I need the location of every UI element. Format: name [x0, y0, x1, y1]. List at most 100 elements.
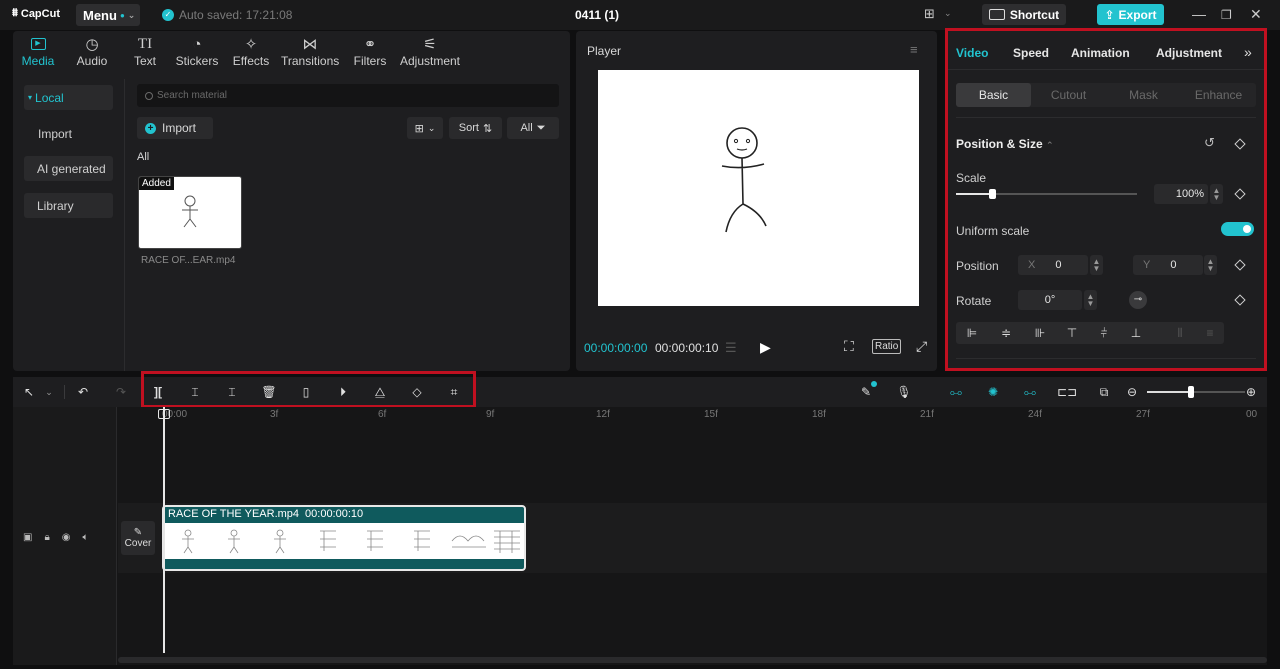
layout-icon[interactable]: ⊞	[924, 6, 935, 22]
hamburger-icon[interactable]: ≡	[910, 42, 918, 57]
align-middle-v-icon[interactable]: ⫩	[1094, 325, 1114, 341]
distribute-h-icon[interactable]: ⫴	[1170, 325, 1190, 341]
scale-slider[interactable]	[956, 189, 1137, 199]
stick-figure-preview	[721, 127, 767, 233]
rotate-stepper[interactable]: ▲ ▼	[1084, 290, 1097, 310]
align-bottom-icon[interactable]: ⊥	[1126, 325, 1146, 341]
minimize-icon[interactable]: —	[1192, 6, 1206, 22]
tick-label: 12f	[596, 409, 610, 420]
rotate-keyframe-icon[interactable]	[1234, 294, 1246, 306]
fit-view-icon[interactable]: ⛶	[844, 338, 854, 355]
media-icon: ▶	[20, 34, 56, 54]
import-button[interactable]: + Import	[137, 117, 213, 139]
scale-slider-knob[interactable]	[989, 189, 997, 199]
cover-button[interactable]: ✎ Cover	[121, 521, 155, 555]
tab-adjustment-props[interactable]: Adjustment	[1156, 46, 1222, 60]
microphone-icon[interactable]: 🎙	[896, 384, 912, 400]
preview-canvas[interactable]	[598, 70, 919, 306]
sidebar-item-library[interactable]: Library	[24, 193, 113, 218]
scale-stepper[interactable]: ▲ ▼	[1210, 184, 1223, 204]
search-input[interactable]: Search material	[137, 84, 559, 107]
video-clip[interactable]: RACE OF THE YEAR.mp4 00:00:00:10	[162, 505, 526, 571]
position-keyframe-icon[interactable]	[1234, 259, 1246, 271]
restore-icon[interactable]: ❐	[1221, 8, 1232, 22]
scale-keyframe-icon[interactable]	[1234, 188, 1246, 200]
position-x-field[interactable]: X 0	[1018, 255, 1088, 275]
align-center-h-icon[interactable]: ≑	[996, 325, 1016, 341]
uniform-scale-toggle[interactable]	[1221, 222, 1254, 236]
main-track-magnet-icon[interactable]: ⧟	[948, 384, 964, 400]
sidebar-item-ai-generated[interactable]: AI generated	[24, 156, 113, 181]
redo-icon[interactable]: ↷	[113, 384, 129, 400]
media-item-thumbnail[interactable]: Added	[138, 176, 242, 249]
position-y-stepper[interactable]: ▲ ▼	[1204, 255, 1217, 275]
play-icon[interactable]: ▶	[760, 339, 771, 356]
caret-down-icon: ▾	[28, 93, 33, 102]
subtab-enhance[interactable]: Enhance	[1181, 83, 1256, 107]
effects-icon: ✧	[244, 36, 258, 53]
linkage-icon[interactable]: ⧟	[1022, 384, 1038, 400]
tab-video[interactable]: Video	[956, 46, 988, 60]
zoom-slider[interactable]	[1147, 386, 1245, 398]
align-left-icon[interactable]: ⊫	[962, 325, 982, 341]
subtab-mask[interactable]: Mask	[1106, 83, 1181, 107]
text-icon: TI	[137, 35, 153, 52]
track-video-icon[interactable]: ▣	[23, 532, 32, 543]
tick-label: 15f	[704, 409, 718, 420]
zoom-slider-fill	[1147, 391, 1192, 393]
fullscreen-icon[interactable]: ⤢	[916, 338, 927, 355]
subtab-basic[interactable]: Basic	[956, 83, 1031, 107]
sort-button[interactable]: Sort ⇅	[449, 117, 502, 139]
select-pointer-icon[interactable]: ↖	[21, 384, 37, 400]
tab-text[interactable]: TI Text	[131, 34, 159, 69]
playhead[interactable]	[163, 407, 165, 653]
preview-axis-icon[interactable]: ⧉	[1096, 384, 1112, 400]
scale-value[interactable]: 100%	[1154, 184, 1208, 204]
playhead-handle[interactable]	[158, 409, 170, 419]
auto-snap-icon[interactable]: ✺	[985, 384, 1001, 400]
speaker-icon[interactable]: 🔈︎	[83, 532, 89, 543]
shortcut-button[interactable]: Shortcut	[982, 4, 1066, 25]
tab-transitions[interactable]: ⋈ Transitions	[281, 34, 339, 68]
tab-speed[interactable]: Speed	[1013, 46, 1049, 60]
tab-stickers[interactable]: ◔ Stickers	[175, 34, 219, 69]
ratio-button[interactable]: Ratio	[872, 339, 902, 354]
distribute-v-icon[interactable]: ≡	[1200, 325, 1220, 341]
rotate-field[interactable]: 0°	[1018, 290, 1082, 310]
tab-effects[interactable]: ✧ Effects	[232, 34, 270, 68]
align-top-icon[interactable]: ⊤	[1062, 325, 1082, 341]
rotate-dial-icon[interactable]: ⊸	[1129, 291, 1147, 309]
toolbar-highlight-box	[141, 371, 476, 408]
tab-media[interactable]: ▶ Media	[20, 34, 56, 68]
menu-button[interactable]: Menu ● ⌄	[76, 4, 140, 26]
export-button[interactable]: ⇪ Export	[1097, 4, 1164, 25]
zoom-slider-knob[interactable]	[1188, 386, 1195, 398]
keyframe-diamond-icon[interactable]	[1234, 138, 1246, 150]
sidebar-item-import[interactable]: Import	[24, 121, 113, 146]
lock-icon[interactable]: 🔒︎	[44, 532, 49, 543]
zoom-out-icon[interactable]: ⊖	[1124, 384, 1140, 400]
pointer-chevron-icon[interactable]: ⌄	[41, 384, 57, 400]
position-y-field[interactable]: Y 0	[1133, 255, 1203, 275]
tick-label: 21f	[920, 409, 934, 420]
close-icon[interactable]: ✕	[1250, 6, 1262, 23]
eye-icon[interactable]: ◉	[62, 532, 71, 543]
expand-icon[interactable]: »	[1244, 44, 1252, 60]
subtab-cutout[interactable]: Cutout	[1031, 83, 1106, 107]
zoom-in-icon[interactable]: ⊕	[1243, 384, 1259, 400]
sidebar-item-local[interactable]: ▾ Local	[24, 85, 113, 110]
reset-icon[interactable]: ↺	[1204, 135, 1215, 151]
layout-chevron-icon[interactable]: ⌄	[944, 8, 952, 19]
tab-adjustment[interactable]: ⚟ Adjustment	[399, 34, 461, 68]
tab-animation[interactable]: Animation	[1071, 46, 1130, 60]
split-preview-icon[interactable]: ⊏⊐	[1057, 384, 1077, 400]
view-mode-button[interactable]: ⊞ ⌄	[407, 117, 443, 139]
tab-audio[interactable]: ◷ Audio	[73, 34, 111, 68]
track-header: ▣ 🔒︎ ◉ 🔈︎	[13, 407, 117, 665]
timeline-scrollbar[interactable]	[118, 657, 1267, 663]
position-x-stepper[interactable]: ▲ ▼	[1090, 255, 1103, 275]
filter-button[interactable]: All ⏷	[507, 117, 559, 139]
align-right-icon[interactable]: ⊪	[1030, 325, 1050, 341]
undo-icon[interactable]: ↶	[75, 384, 91, 400]
tab-filters[interactable]: ⚭ Filters	[352, 34, 388, 68]
